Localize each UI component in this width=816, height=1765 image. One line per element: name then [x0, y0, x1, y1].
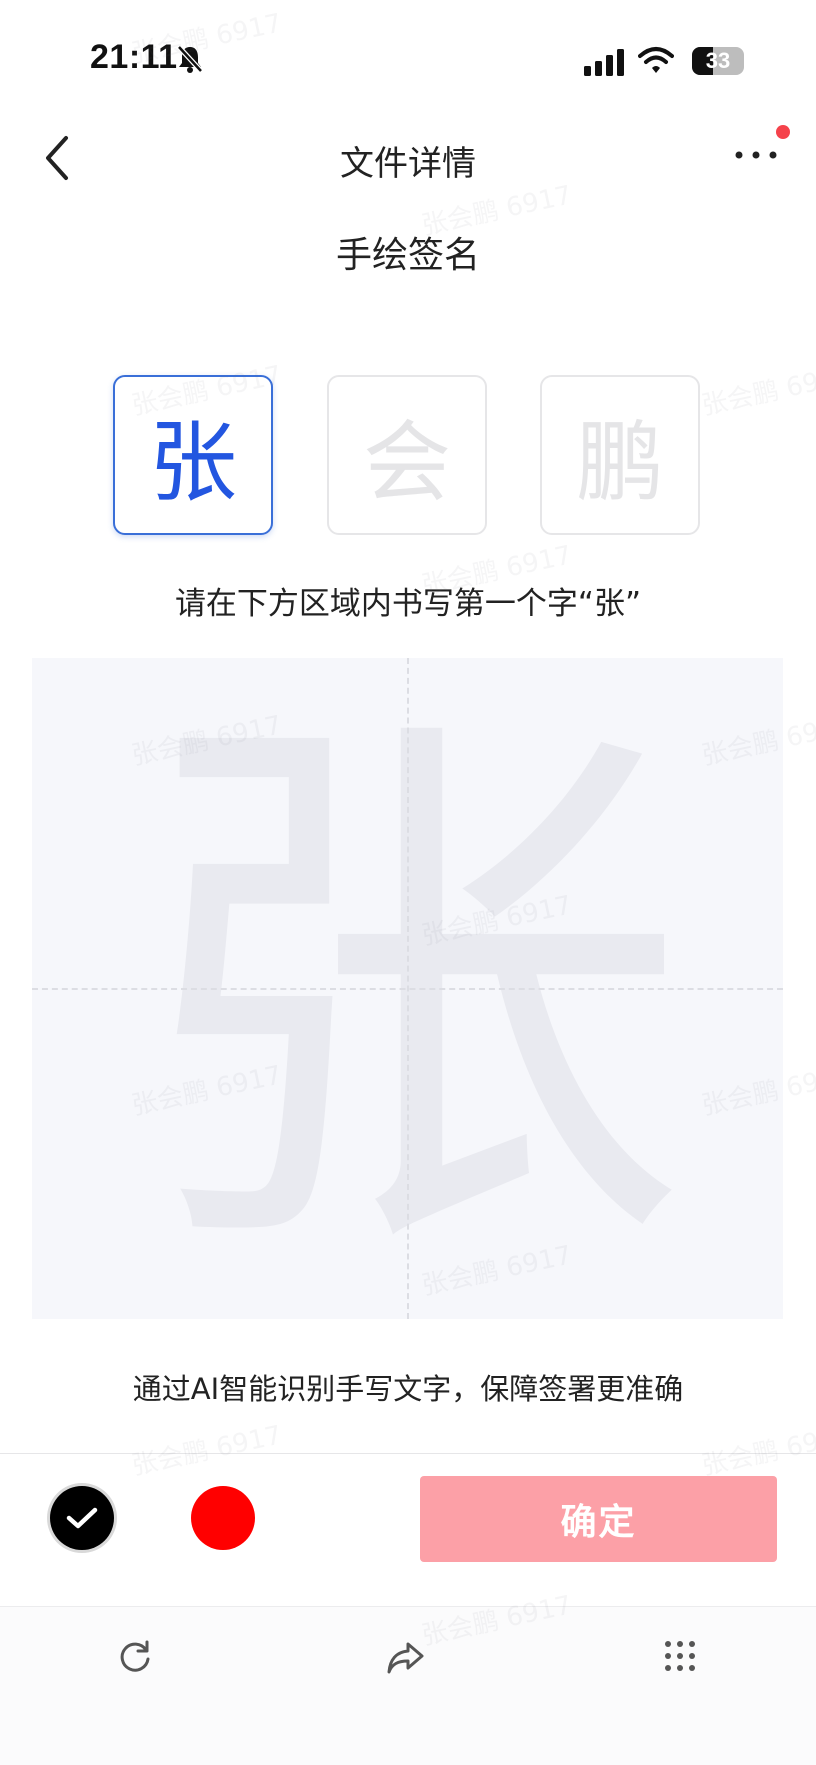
bell-mute-icon — [176, 44, 204, 74]
char-box-2[interactable]: 会 — [327, 375, 487, 535]
battery-level: 33 — [706, 48, 730, 74]
ai-hint-text: 通过AI智能识别手写文字，保障签署更准确 — [0, 1366, 816, 1408]
pen-color-red[interactable] — [191, 1486, 255, 1550]
wifi-icon — [638, 46, 674, 76]
divider — [0, 1453, 816, 1454]
watermark: 张会鹏 6917 — [698, 1415, 816, 1483]
notification-dot — [776, 125, 790, 139]
confirm-button[interactable]: 确定 — [420, 1476, 777, 1562]
grid-dots-icon[interactable] — [662, 1638, 698, 1674]
signature-title: 手绘签名 — [0, 226, 816, 278]
writing-pad[interactable]: 张 — [32, 658, 783, 1319]
check-icon — [65, 1505, 99, 1531]
refresh-icon[interactable] — [116, 1638, 154, 1676]
signal-icon — [584, 48, 626, 76]
more-icon[interactable] — [734, 148, 778, 162]
page-title: 文件详情 — [0, 136, 816, 185]
instruction-text: 请在下方区域内书写第一个字“张” — [0, 578, 816, 623]
pen-color-black[interactable] — [50, 1486, 114, 1550]
status-time: 21:11 — [90, 38, 178, 77]
char-box-1[interactable]: 张 — [113, 375, 273, 535]
watermark: 张会鹏 6917 — [128, 1415, 285, 1483]
char-box-3[interactable]: 鹏 — [540, 375, 700, 535]
bottom-toolbar — [0, 1606, 816, 1765]
pad-horizontal-guide — [32, 988, 783, 990]
share-icon[interactable] — [386, 1640, 426, 1676]
watermark: 张会鹏 6917 — [698, 355, 816, 423]
battery-indicator: 33 — [692, 47, 744, 75]
